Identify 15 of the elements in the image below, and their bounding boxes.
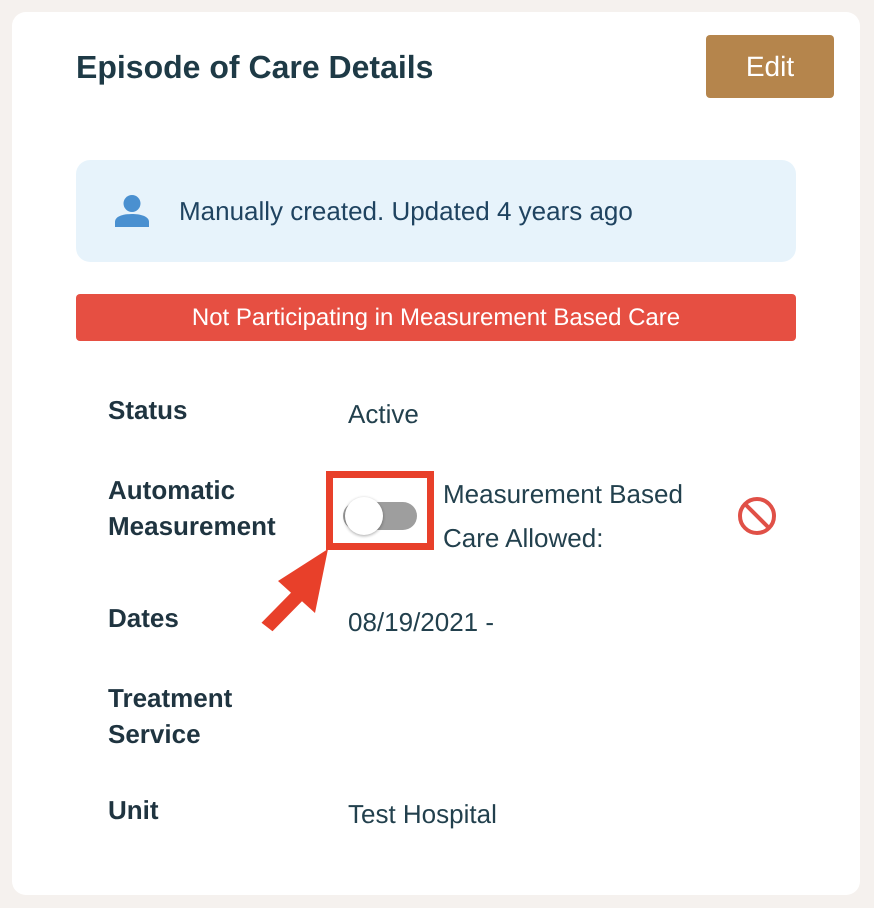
status-banner: Not Participating in Measurement Based Care xyxy=(76,294,796,341)
info-text: Manually created. Updated 4 years ago xyxy=(179,194,633,228)
field-value: Test Hospital xyxy=(348,798,497,831)
field-value: 08/19/2021 - xyxy=(348,606,494,639)
card-title: Episode of Care Details xyxy=(76,48,434,86)
toggle-caption: Measurement Based Care Allowed: xyxy=(443,478,684,555)
person-icon xyxy=(115,195,149,227)
field-label: Status xyxy=(108,394,188,427)
field-label: Treatment Service xyxy=(108,682,234,751)
field-label: Dates xyxy=(108,602,180,635)
toggle-switch[interactable] xyxy=(343,497,417,535)
field-label: Unit xyxy=(108,794,160,827)
field-value: Active xyxy=(348,398,419,431)
edit-button[interactable]: Edit xyxy=(706,35,834,98)
field-label: Automatic Measurement xyxy=(108,474,277,543)
